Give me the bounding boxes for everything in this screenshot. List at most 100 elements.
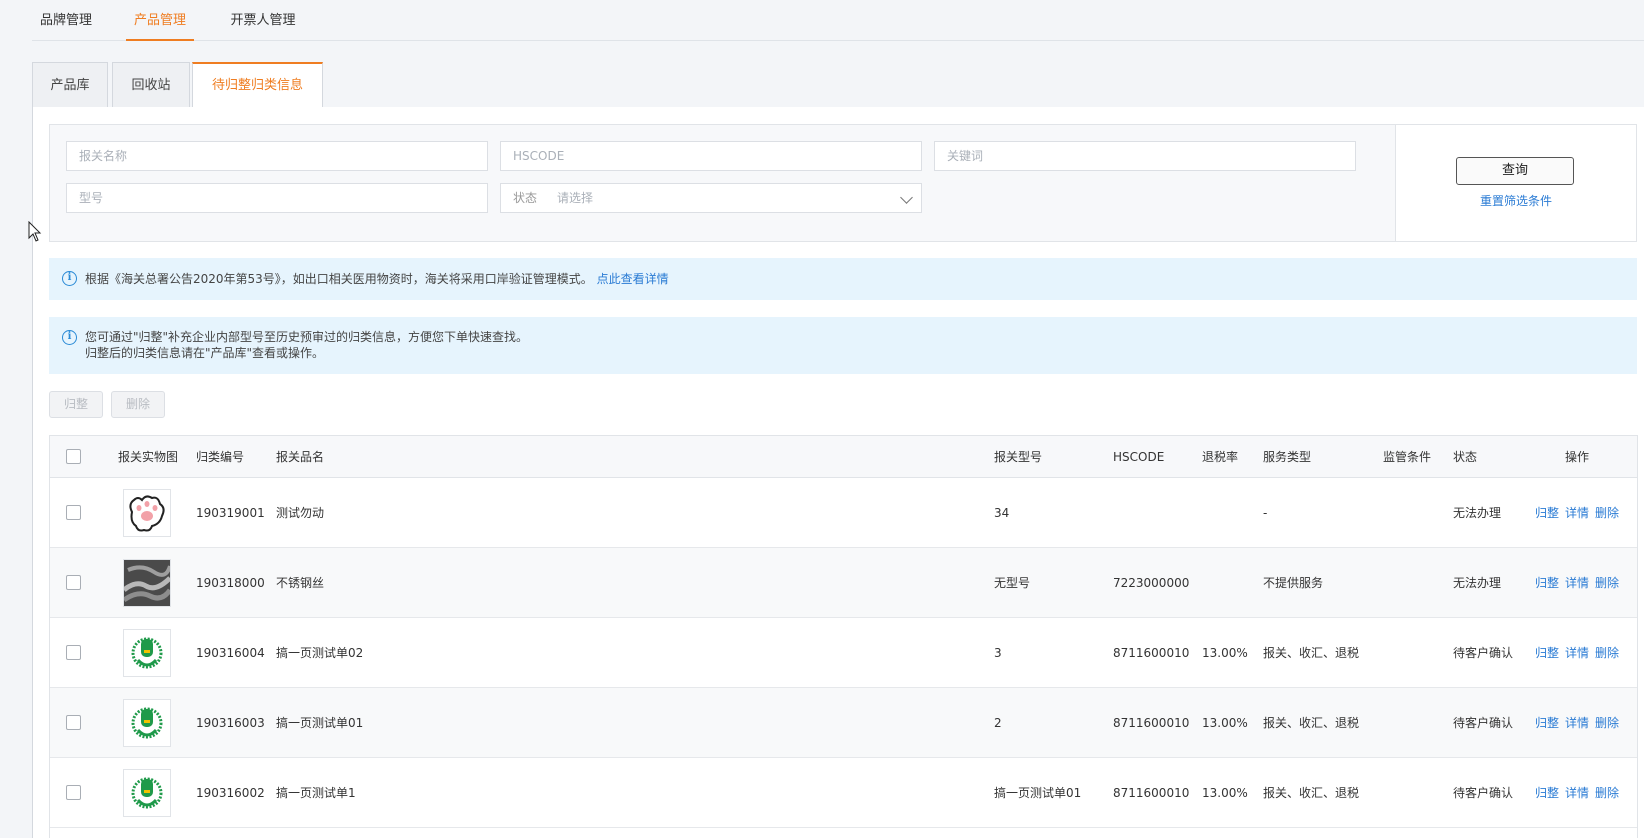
col-rate: 退税率 [1202,450,1239,464]
cell-name: 搞一页测试单02 [276,646,364,660]
keyword-input[interactable]: 关键词 [934,141,1356,171]
row-actions: 归整 详情 删除 [1535,478,1625,548]
cell-service: - [1263,506,1268,520]
cell-status: 无法办理 [1453,506,1502,520]
col-service: 服务类型 [1263,450,1312,464]
notice-organize-line2: 归整后的归类信息请在"产品库"查看或操作。 [85,346,325,360]
cell-model: 2 [994,716,1002,730]
organize-button[interactable]: 归整 [49,391,103,418]
col-image: 报关实物图 [118,450,179,464]
table-header: 报关实物图 归类编号 报关品名 报关型号 HSCODE 退税率 服务类型 监管条… [50,436,1637,478]
cell-name: 搞一页测试单01 [276,716,364,730]
product-image [123,769,171,817]
reset-filter-link[interactable]: 重置筛选条件 [1396,192,1636,209]
row-details-link[interactable]: 详情 [1565,646,1589,660]
product-image [123,489,171,537]
classification-table: 报关实物图 归类编号 报关品名 报关型号 HSCODE 退税率 服务类型 监管条… [49,435,1638,838]
row-details-link[interactable]: 详情 [1565,716,1589,730]
tab-recycle-bin[interactable]: 回收站 [112,62,190,108]
notice-customs: i 根据《海关总署公告2020年第53号》，如出口相关医用物资时，海关将采用口岸… [49,258,1637,300]
cell-service: 不提供服务 [1263,576,1324,590]
cell-service: 报关、收汇、退税 [1263,646,1360,660]
cell-service: 报关、收汇、退税 [1263,786,1360,800]
row-checkbox[interactable] [66,645,81,660]
table-row: 190316002 搞一页测试单1 搞一页测试单01 8711600010 13.00%… [50,758,1637,828]
cell-status: 待客户确认 [1453,786,1514,800]
row-delete-link[interactable]: 删除 [1595,576,1619,590]
cell-rate: 13.00% [1202,646,1248,660]
col-status: 状态 [1453,450,1478,464]
cell-name: 不锈钢丝 [276,576,325,590]
cell-code: 190316004 [196,646,265,660]
cell-code: 190318000 [196,576,265,590]
row-organize-link[interactable]: 归整 [1535,576,1559,590]
cell-model: 34 [994,506,1010,520]
model-input[interactable]: 型号 [66,183,488,213]
tab-product-library[interactable]: 产品库 [32,62,108,108]
row-delete-link[interactable]: 删除 [1595,506,1619,520]
cell-rate: 13.00% [1202,786,1248,800]
cell-code: 190316003 [196,716,265,730]
hscode-input[interactable]: HSCODE [500,141,922,171]
row-organize-link[interactable]: 归整 [1535,646,1559,660]
cell-hscode: 7223000000 [1113,576,1190,590]
row-checkbox[interactable] [66,505,81,520]
table-row: 190316004 搞一页测试单02 3 8711600010 13.00% 报关、收汇、… [50,618,1637,688]
filter-actions: 查询 重置筛选条件 [1395,125,1636,241]
cell-name: 搞一页测试单1 [276,786,356,800]
row-checkbox[interactable] [66,715,81,730]
row-actions: 归整 详情 删除 [1535,688,1625,758]
row-details-link[interactable]: 详情 [1565,576,1589,590]
col-actions: 操作 [1565,450,1590,464]
col-supervision: 监管条件 [1383,450,1432,464]
row-organize-link[interactable]: 归整 [1535,716,1559,730]
table-row: 190319001 测试勿动 34 - 无法办理 归整 详情 删除 [50,478,1637,548]
select-all-checkbox[interactable] [66,449,81,464]
table-row: 190316003 搞一页测试单01 2 8711600010 13.00% 报关、收汇、… [50,688,1637,758]
row-organize-link[interactable]: 归整 [1535,786,1559,800]
delete-button[interactable]: 删除 [111,391,165,418]
row-delete-link[interactable]: 删除 [1595,716,1619,730]
nav-invoicer-management[interactable]: 开票人管理 [222,0,304,41]
tab-pending-classification[interactable]: 待归整归类信息 [192,62,323,109]
table-row: 190318000 不锈钢丝 无型号 7223000000 不提供服务 无法办理 归整 详情删… [50,548,1637,618]
filter-panel: 报关名称 HSCODE 关键词 型号 状态 请选择 查询 重置筛选条件 [49,124,1637,242]
col-code: 归类编号 [196,450,245,464]
row-details-link[interactable]: 详情 [1565,786,1589,800]
product-image [123,559,171,607]
row-organize-link[interactable]: 归整 [1535,506,1559,520]
row-checkbox[interactable] [66,785,81,800]
status-value: 请选择 [557,191,594,205]
cell-hscode: 8711600010 [1113,786,1190,800]
cell-name: 测试勿动 [276,506,325,520]
cell-code: 190319001 [196,506,265,520]
nav-brand-management[interactable]: 品牌管理 [32,0,100,41]
product-image [123,629,171,677]
notice-organize: i 您可通过"归整"补充企业内部型号至历史预审过的归类信息，方便您下单快速查找。… [49,317,1637,374]
customs-name-input[interactable]: 报关名称 [66,141,488,171]
row-delete-link[interactable]: 删除 [1595,646,1619,660]
sub-tabs: 产品库 回收站 待归整归类信息 [32,62,1644,109]
row-delete-link[interactable]: 删除 [1595,786,1619,800]
nav-product-management[interactable]: 产品管理 [126,0,194,41]
cell-status: 待客户确认 [1453,716,1514,730]
cell-rate: 13.00% [1202,716,1248,730]
col-hscode: HSCODE [1113,450,1165,464]
notice-details-link[interactable]: 点此查看详情 [597,272,669,286]
status-select[interactable]: 状态 请选择 [500,183,922,213]
cell-model: 搞一页测试单01 [994,786,1082,800]
col-name: 报关品名 [276,450,325,464]
cell-service: 报关、收汇、退税 [1263,716,1360,730]
status-label: 状态 [513,191,538,205]
product-image [123,699,171,747]
notice-customs-text: 根据《海关总署公告2020年第53号》，如出口相关医用物资时，海关将采用口岸验证… [85,272,593,286]
chevron-down-icon [900,191,913,204]
cell-status: 待客户确认 [1453,646,1514,660]
row-checkbox[interactable] [66,575,81,590]
info-icon: i [62,271,77,286]
cell-status: 无法办理 [1453,576,1502,590]
notice-organize-line1: 您可通过"归整"补充企业内部型号至历史预审过的归类信息，方便您下单快速查找。 [85,330,529,344]
mouse-cursor-icon [28,221,42,242]
row-details-link[interactable]: 详情 [1565,506,1589,520]
query-button[interactable]: 查询 [1456,157,1574,185]
